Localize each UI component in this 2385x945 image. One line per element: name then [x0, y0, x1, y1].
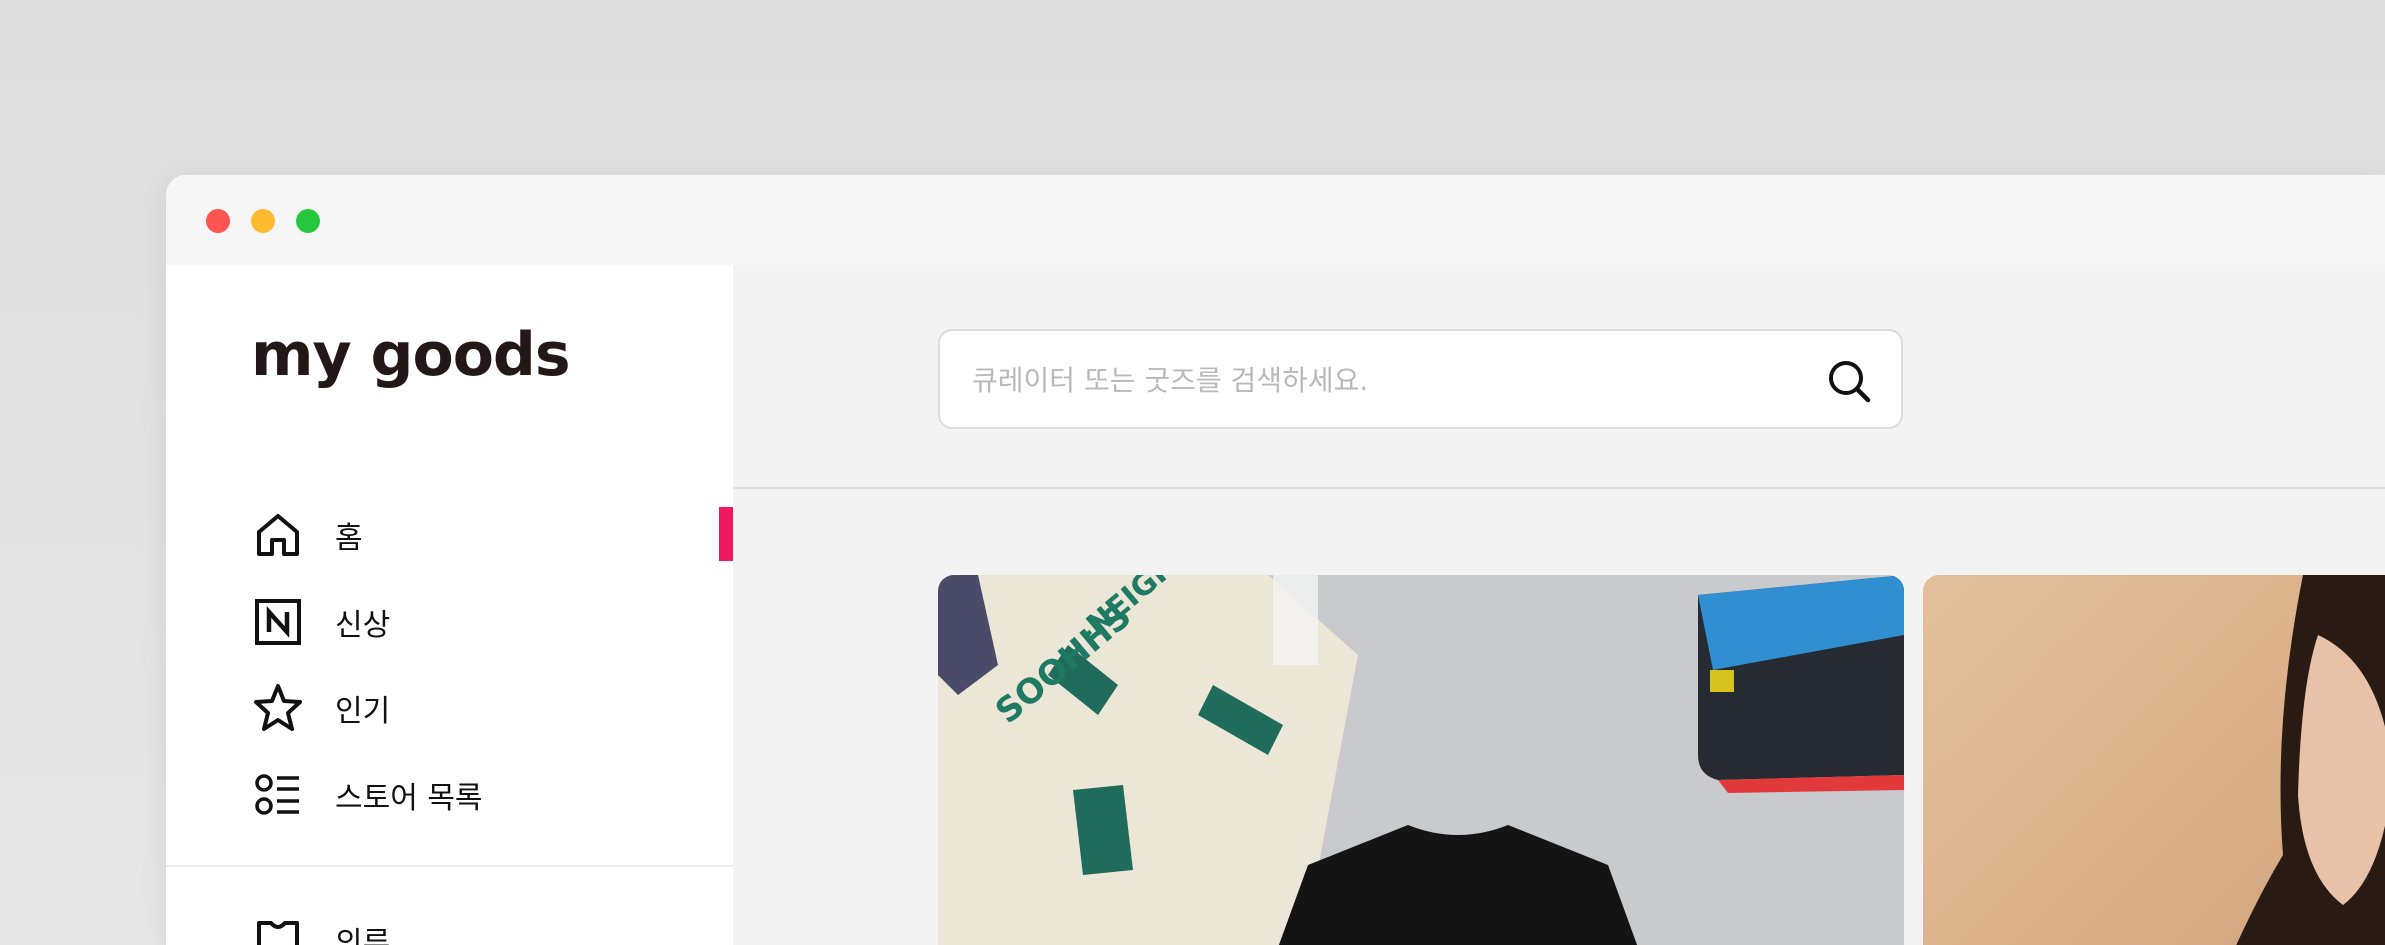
main-content: SOOHHS -NEIGH: [733, 265, 2385, 945]
search-bar: [938, 329, 1903, 429]
new-badge-icon: [251, 595, 305, 649]
store-list-icon: [251, 768, 305, 822]
app-window: my goods 홈 신상 인기 스토어 목록 의류 큐레이터 또는 굿즈를 검…: [166, 175, 2385, 945]
search-input[interactable]: [970, 331, 1794, 429]
app-logo[interactable]: my goods: [251, 325, 571, 385]
maximize-window-button[interactable]: [296, 209, 320, 233]
sidebar-item-store-list[interactable]: 스토어 목록: [251, 765, 711, 825]
active-indicator: [719, 507, 733, 561]
sidebar-item-new[interactable]: 신상: [251, 592, 711, 652]
sidebar-item-label: 의류: [335, 926, 391, 945]
star-icon: [251, 681, 305, 735]
sidebar-item-label: 인기: [335, 694, 391, 729]
sidebar: my goods 홈 신상 인기 스토어 목록 의류: [166, 265, 733, 945]
sidebar-divider: [166, 865, 733, 867]
product-image: [2236, 575, 2385, 945]
sidebar-item-label: 스토어 목록: [335, 781, 483, 816]
home-icon: [251, 508, 305, 562]
product-image: SOOHHS -NEIGH: [938, 575, 1904, 945]
close-window-button[interactable]: [206, 209, 230, 233]
sidebar-item-label: 홈: [335, 521, 363, 556]
search-icon[interactable]: [1825, 357, 1873, 405]
title-bar: [166, 175, 2385, 265]
header-divider: [733, 487, 2385, 489]
minimize-window-button[interactable]: [251, 209, 275, 233]
sidebar-item-popular[interactable]: 인기: [251, 678, 711, 738]
sidebar-item-home[interactable]: 홈: [251, 505, 711, 565]
shirt-icon: [251, 913, 305, 945]
product-card[interactable]: [1923, 575, 2385, 945]
product-card[interactable]: SOOHHS -NEIGH: [938, 575, 1904, 945]
sidebar-item-label: 신상: [335, 608, 391, 643]
sidebar-item-clothing[interactable]: 의류: [251, 910, 711, 945]
